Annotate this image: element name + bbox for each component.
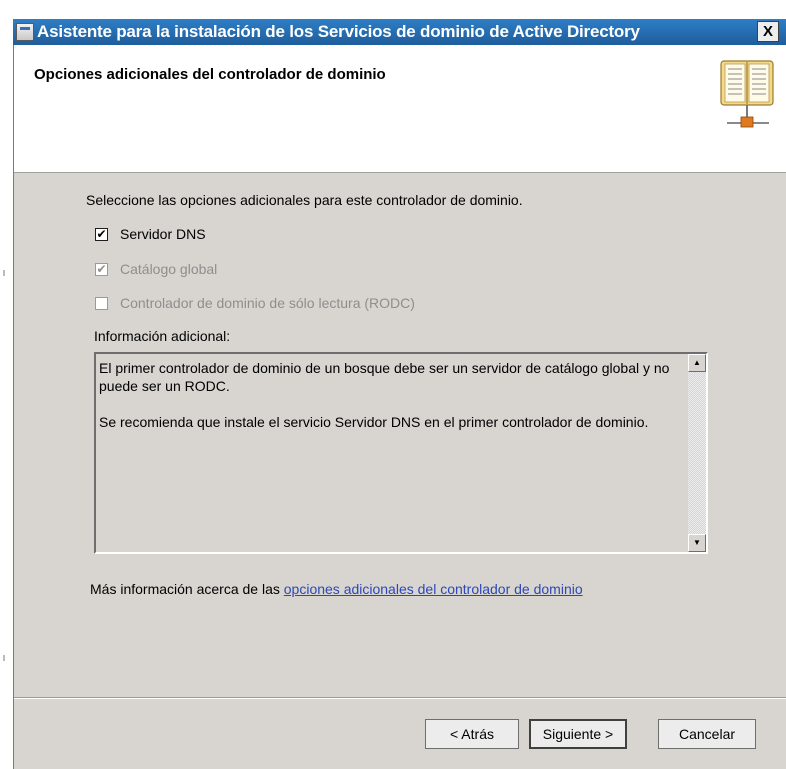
book-icon <box>720 60 774 128</box>
title-bar[interactable]: Asistente para la instalación de los Ser… <box>13 19 786 45</box>
next-button[interactable]: Siguiente > <box>529 719 627 749</box>
additional-info-textbox[interactable]: El primer controlador de dominio de un b… <box>94 352 708 554</box>
close-button[interactable]: X <box>757 21 779 42</box>
app-window-icon <box>16 23 34 41</box>
more-info-text: Más información acerca de las opciones a… <box>90 581 583 597</box>
window-title: Asistente para la instalación de los Ser… <box>37 22 640 41</box>
back-button[interactable]: < Atrás <box>425 719 519 749</box>
edge-mark <box>3 270 5 276</box>
wizard-content: Seleccione las opciones adicionales para… <box>14 172 786 712</box>
dns-server-label[interactable]: Servidor DNS <box>120 226 206 242</box>
more-info-link[interactable]: opciones adicionales del controlador de … <box>284 581 583 597</box>
rodc-label: Controlador de dominio de sólo lectura (… <box>120 295 415 311</box>
additional-info-label: Información adicional: <box>94 328 231 344</box>
cancel-button[interactable]: Cancelar <box>658 719 756 749</box>
more-info-prefix: Más información acerca de las <box>90 581 284 597</box>
vertical-scrollbar[interactable]: ▲ ▼ <box>688 354 706 552</box>
global-catalog-checkbox: ✔ <box>95 262 108 276</box>
wizard-dialog: Opciones adicionales del controlador de … <box>13 45 786 769</box>
global-catalog-label: Catálogo global <box>120 261 218 277</box>
rodc-checkbox <box>95 297 108 310</box>
edge-mark <box>3 655 5 661</box>
scroll-down-button[interactable]: ▼ <box>688 534 706 552</box>
dns-server-checkbox[interactable]: ✔ <box>95 228 108 241</box>
instruction-text: Seleccione las opciones adicionales para… <box>86 192 523 208</box>
info-paragraph-1: El primer controlador de dominio de un b… <box>99 360 670 394</box>
wizard-header: Opciones adicionales del controlador de … <box>14 45 786 173</box>
info-paragraph-2: Se recomienda que instale el servicio Se… <box>99 414 649 430</box>
footer-separator <box>14 697 786 699</box>
info-text: El primer controlador de dominio de un b… <box>99 359 685 449</box>
page-title: Opciones adicionales del controlador de … <box>34 66 386 83</box>
scroll-up-button[interactable]: ▲ <box>688 354 706 372</box>
